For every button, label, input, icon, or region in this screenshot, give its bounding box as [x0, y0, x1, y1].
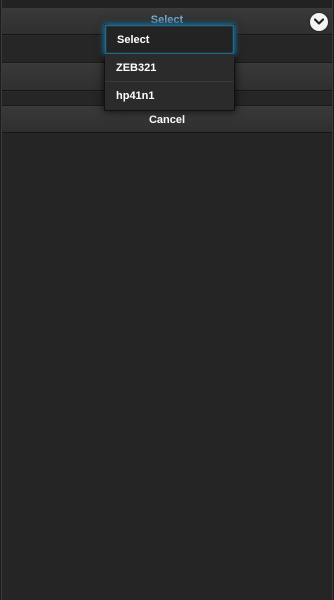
- dropdown-option-select[interactable]: Select: [105, 25, 234, 54]
- select-dropdown-menu: Select ZEB321 hp41n1: [104, 24, 235, 111]
- cancel-button-label: Cancel: [148, 114, 186, 126]
- chevron-down-icon[interactable]: [310, 13, 328, 31]
- dropdown-option-hp41n1[interactable]: hp41n1: [105, 82, 234, 110]
- dropdown-option-zeb321[interactable]: ZEB321: [105, 54, 234, 82]
- top-strip: [2, 0, 332, 8]
